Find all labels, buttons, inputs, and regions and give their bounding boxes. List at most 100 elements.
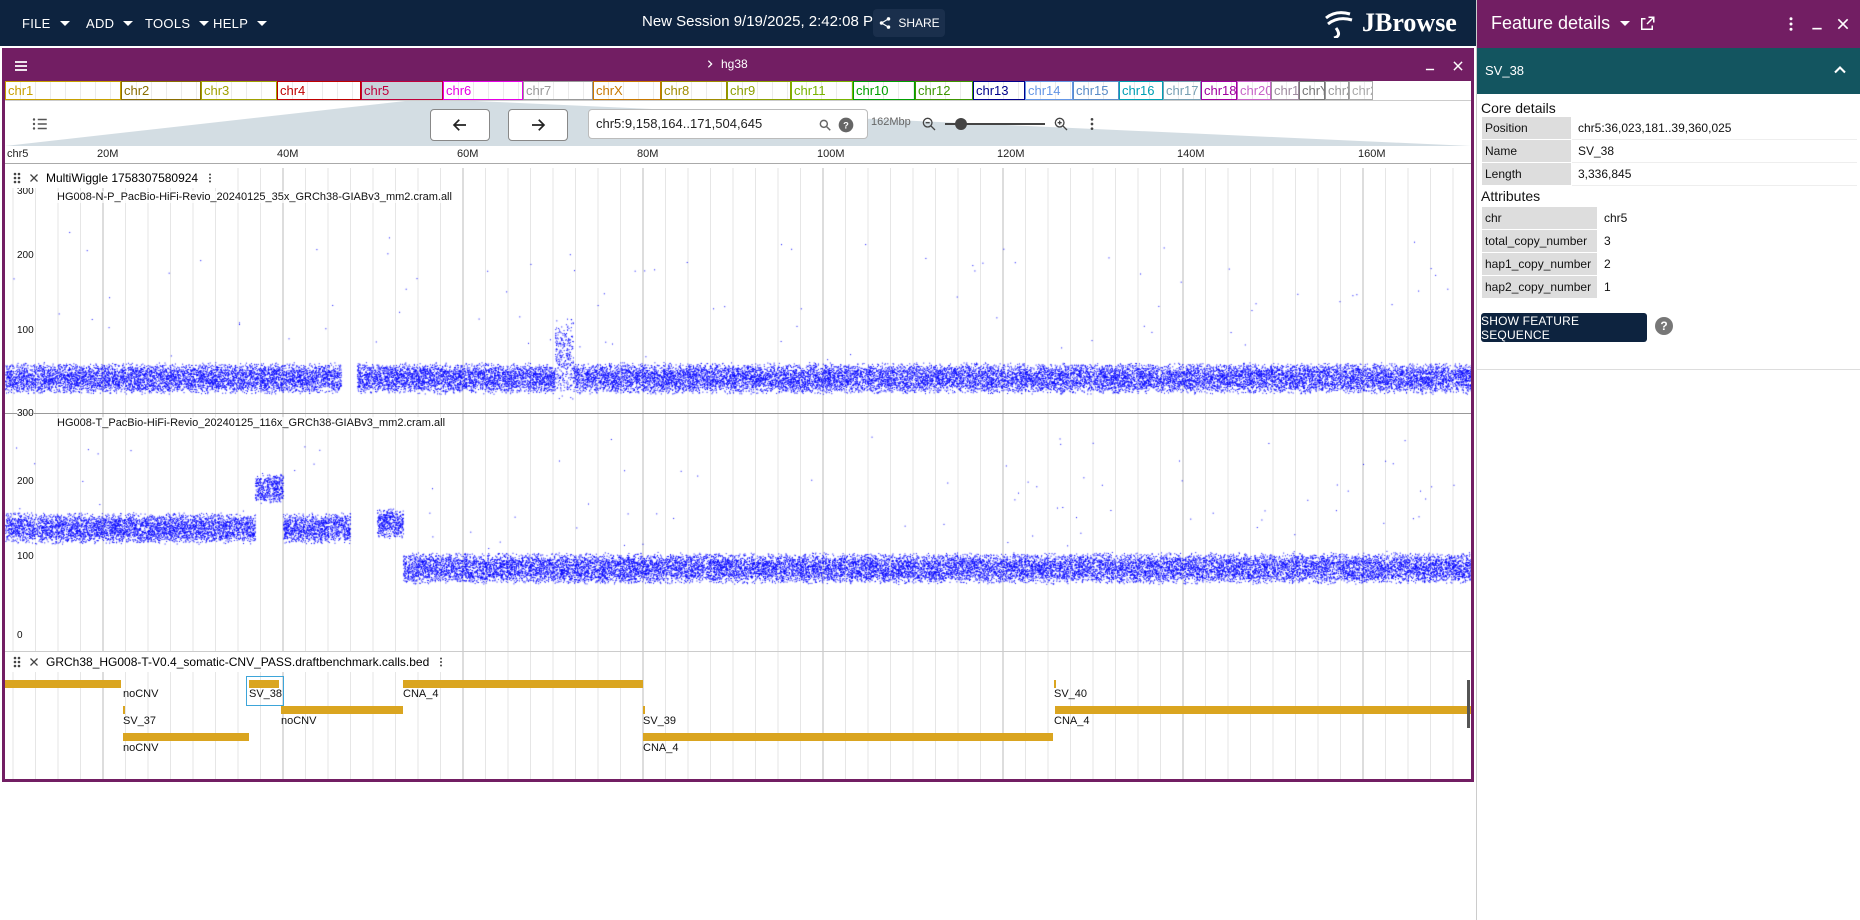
overview-chromosome[interactable]: chr12	[915, 81, 973, 100]
wiggle-plot-tumor[interactable]	[5, 413, 1471, 639]
track-menu-icon[interactable]	[435, 655, 447, 669]
zoom-slider-thumb[interactable]	[955, 118, 967, 130]
feature-SV_40[interactable]	[1054, 680, 1056, 688]
feature-label: SV_39	[643, 715, 676, 727]
feature-CNA_4-3[interactable]	[1055, 706, 1471, 714]
wiggle-plot-normal[interactable]	[5, 188, 1471, 413]
chevron-down-icon	[257, 21, 267, 26]
ruler-tick: 20M	[97, 148, 118, 160]
session-title[interactable]: New Session 9/19/2025, 2:42:08 PM	[642, 13, 886, 30]
close-track-icon[interactable]	[28, 172, 40, 184]
attr-key: hap1_copy_number	[1482, 253, 1598, 276]
bed-track: GRCh38_HG008-T-V0.4_somatic-CNV_PASS.dra…	[5, 651, 1471, 779]
feature-label: CNA_4	[403, 688, 438, 700]
ruler[interactable]: chr5 20M 40M 60M 80M 100M 120M 140M 160M	[5, 146, 1471, 164]
overview-chromosome[interactable]: chr13	[973, 81, 1025, 100]
track-menu-icon[interactable]	[204, 171, 216, 185]
overview-chromosome[interactable]: chrY	[1299, 81, 1325, 100]
view-header: hg38	[5, 51, 1471, 81]
core-details-table: Position chr5:36,023,181..39,360,025 Name…	[1481, 116, 1857, 186]
track-list-icon[interactable]	[31, 115, 49, 133]
share-button[interactable]: SHARE	[873, 9, 945, 37]
tools-menu[interactable]: TOOLS	[145, 12, 209, 34]
help-icon[interactable]: ?	[1655, 317, 1673, 335]
chevron-down-icon	[60, 21, 70, 26]
overview-chromosome[interactable]: chr4	[277, 81, 361, 100]
attr-key: chr	[1482, 207, 1598, 230]
overview-chromosome[interactable]: chr7	[523, 81, 593, 100]
scrollbar[interactable]	[1467, 680, 1470, 728]
drawer-widget-select[interactable]: Feature details	[1491, 13, 1630, 34]
popout-icon[interactable]	[1635, 12, 1659, 36]
overview-chromosome[interactable]: chr14	[1025, 81, 1073, 100]
scroll-right-button[interactable]	[508, 109, 568, 141]
overview-chromosome[interactable]: chr9	[727, 81, 791, 100]
scroll-left-button[interactable]	[430, 109, 490, 141]
feature-noCNV-2[interactable]	[123, 733, 249, 741]
overview-chromosome[interactable]: chr19	[1271, 81, 1299, 100]
feature-noCNV[interactable]	[5, 680, 121, 688]
close-icon[interactable]	[1831, 12, 1855, 36]
y-tick: 200	[17, 250, 34, 261]
chevron-down-icon	[1620, 21, 1630, 26]
ruler-tick: 80M	[637, 148, 658, 160]
view-menu-icon[interactable]	[13, 58, 29, 74]
overview-chromosome[interactable]: chr17	[1163, 81, 1201, 100]
feature-SV_39[interactable]	[643, 706, 645, 714]
y-tick: 100	[17, 551, 34, 562]
overview-chromosome[interactable]: chr5	[361, 81, 443, 100]
feature-label: noCNV	[123, 688, 158, 700]
add-menu[interactable]: ADD	[86, 12, 133, 34]
show-feature-sequence-button[interactable]: SHOW FEATURE SEQUENCE	[1481, 313, 1647, 342]
overview-chromosome[interactable]: chr18	[1201, 81, 1237, 100]
ruler-tick: 40M	[277, 148, 298, 160]
overview-chromosome[interactable]: chr22	[1325, 81, 1349, 100]
overview-chromosome[interactable]: chr10	[853, 81, 915, 100]
help-menu[interactable]: HELP	[213, 12, 267, 34]
overview-chromosome[interactable]: chr2	[121, 81, 201, 100]
drag-handle-icon[interactable]	[12, 171, 22, 185]
minimize-icon[interactable]	[1805, 12, 1829, 36]
view-title[interactable]: hg38	[705, 57, 748, 71]
overview-chromosome[interactable]: chr15	[1073, 81, 1119, 100]
chromosome-overview[interactable]: chr1 chr2 chr3 chr4 chr5 chr6 chr7 chrX chr8 chr9…	[5, 81, 1471, 101]
overview-chromosome[interactable]: chrX	[593, 81, 661, 100]
overview-chromosome[interactable]: chr6	[443, 81, 523, 100]
feature-SV_37[interactable]	[123, 706, 125, 714]
close-track-icon[interactable]	[28, 656, 40, 668]
minimize-view-icon[interactable]	[1423, 59, 1437, 73]
attributes-title: Attributes	[1477, 186, 1860, 204]
drag-handle-icon[interactable]	[12, 655, 22, 669]
bp-per-view: 162Mbp	[871, 116, 911, 128]
linear-genome-view: hg38 chr1 chr2 chr3 chr4 chr5 chr6 chr7 chrX chr…	[2, 48, 1474, 782]
feature-CNA_4[interactable]	[403, 680, 643, 688]
zoom-out-icon[interactable]	[921, 116, 937, 132]
overview-chromosome[interactable]: chr8	[661, 81, 727, 100]
attributes-table: chr chr5 total_copy_number 3 hap1_copy_num…	[1481, 206, 1631, 299]
feature-CNA_4-2[interactable]	[643, 733, 1053, 741]
feature-name-bar[interactable]: SV_38	[1477, 48, 1860, 94]
help-icon[interactable]: ?	[838, 117, 854, 133]
overview-chromosome[interactable]: chr20	[1237, 81, 1271, 100]
search-icon[interactable]	[818, 118, 832, 132]
file-menu[interactable]: FILE	[22, 12, 70, 34]
multiwiggle-track: HG008-N-P_PacBio-HiFi-Revio_20240125_35x…	[5, 168, 1471, 649]
overview-chromosome[interactable]: chr3	[201, 81, 277, 100]
arrow-left-icon	[451, 116, 469, 134]
track-title: MultiWiggle 1758307580924	[46, 171, 198, 185]
overview-chromosome[interactable]: chr1	[5, 81, 121, 100]
ruler-tick: 100M	[817, 148, 845, 160]
more-vert-icon[interactable]	[1084, 116, 1100, 132]
overview-chromosome[interactable]: chr21	[1349, 81, 1373, 100]
chevron-up-icon[interactable]	[1830, 60, 1850, 80]
zoom-in-icon[interactable]	[1053, 116, 1069, 132]
feature-label: SV_38	[249, 688, 282, 700]
overview-chromosome[interactable]: chr11	[791, 81, 853, 100]
more-vert-icon[interactable]	[1779, 12, 1803, 36]
feature-noCNV-3[interactable]	[281, 706, 403, 714]
core-details-title: Core details	[1477, 94, 1860, 116]
overview-chromosome[interactable]: chr16	[1119, 81, 1163, 100]
y-tick: 0	[17, 630, 23, 641]
close-view-icon[interactable]	[1451, 59, 1465, 73]
ruler-tick: 140M	[1177, 148, 1205, 160]
